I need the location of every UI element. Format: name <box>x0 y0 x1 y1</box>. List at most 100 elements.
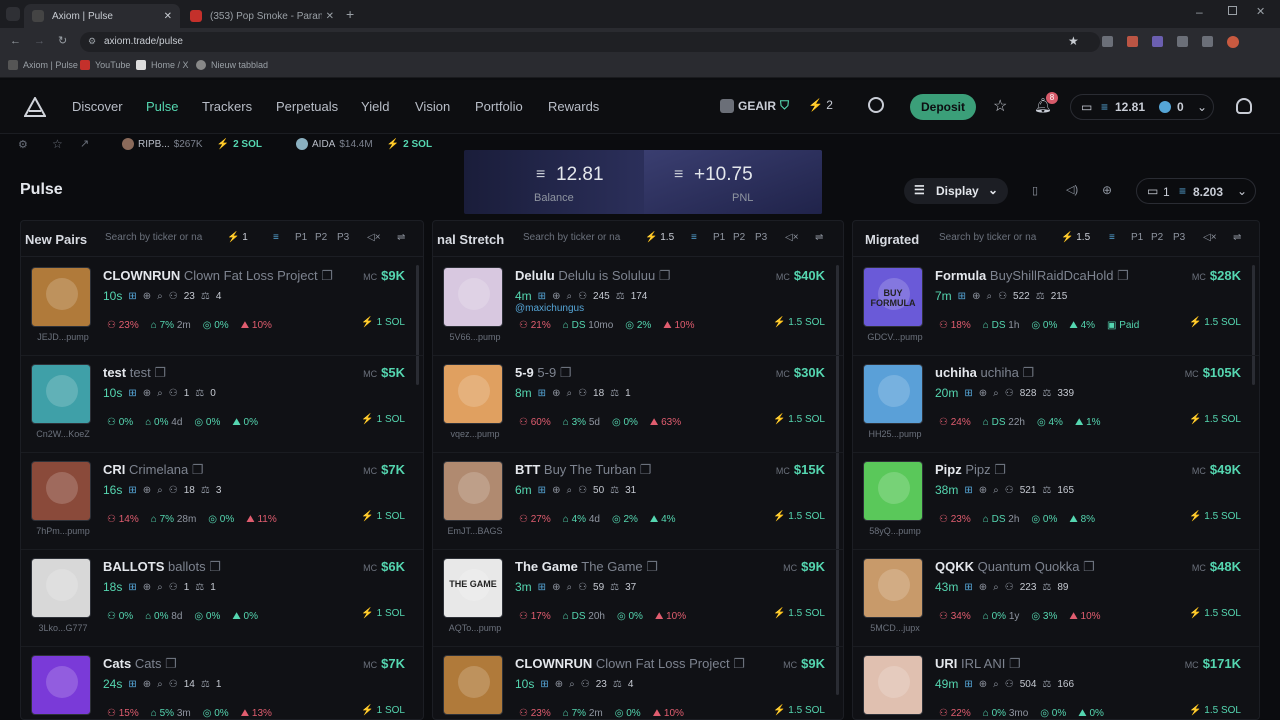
preset-p1[interactable]: P1 <box>713 232 725 243</box>
token-image[interactable] <box>863 655 923 715</box>
maximize-icon[interactable] <box>1228 6 1237 15</box>
token-image[interactable] <box>443 655 503 715</box>
column-search-input[interactable]: Search by ticker or na <box>939 232 1036 243</box>
browser-tab-axiom[interactable]: Axiom | Pulse ✕ <box>24 4 180 28</box>
token-address[interactable]: vqez...pump <box>443 429 507 439</box>
quick-buy-button[interactable]: ⚡ 1.5 SOL <box>773 608 825 619</box>
mute-icon[interactable]: ◁× <box>367 232 381 243</box>
token-card[interactable]: HH25...pump uchiha uchiha ❐ MC $105K 20m … <box>853 356 1259 453</box>
quick-buy-button[interactable]: ⚡ 1 SOL <box>361 414 405 425</box>
quick-buy-button[interactable]: ⚡ 1 SOL <box>361 317 405 328</box>
token-image[interactable] <box>863 364 923 424</box>
forward-icon[interactable]: → <box>34 35 45 47</box>
preset-p1[interactable]: P1 <box>295 232 307 243</box>
quick-buy-button[interactable]: ⚡ 1 SOL <box>361 705 405 716</box>
preset-p3[interactable]: P3 <box>337 232 349 243</box>
token-card[interactable]: vqez...pump 5-9 5-9 ❐ MC $30K 8m ⊞ ⊕ ⌕ ⚇ 18 … <box>433 356 843 453</box>
token-card[interactable]: 5V66...pump Delulu Delulu is Soluluu ❐ M… <box>433 259 843 356</box>
bookmark-star-icon[interactable]: ★ <box>1068 34 1079 48</box>
token-card[interactable]: URI IRL ANI ❐ MC $171K 49m ⊞ ⊕ ⌕ ⚇ 504 ⚖ 166 … <box>853 647 1259 719</box>
lightning-counter[interactable]: ⚡ 2 <box>808 98 833 112</box>
token-address[interactable]: 5V66...pump <box>443 332 507 342</box>
token-card[interactable]: 7hPm...pump CRI Crimelana ❐ MC $7K 16s ⊞ ⊕… <box>21 453 423 550</box>
nav-yield[interactable]: Yield <box>361 99 389 114</box>
quick-buy-amount[interactable]: ⚡ 1.5 <box>645 232 674 243</box>
token-address[interactable]: EmJT...BAGS <box>443 526 507 536</box>
token-image[interactable] <box>863 461 923 521</box>
quick-buy-button[interactable]: ⚡ 1.5 SOL <box>1189 705 1241 716</box>
token-image[interactable] <box>31 558 91 618</box>
tab-close-icon[interactable]: ✕ <box>326 11 334 22</box>
quick-buy-button[interactable]: ⚡ 1.5 SOL <box>773 414 825 425</box>
token-image[interactable] <box>863 558 923 618</box>
column-search-input[interactable]: Search by ticker or na <box>523 232 620 243</box>
back-icon[interactable]: ← <box>10 35 21 47</box>
token-card[interactable]: Cats Cats ❐ MC $7K 24s ⊞ ⊕ ⌕ ⚇ 14 ⚖ 1 ⚇ 15% ⌂… <box>21 647 423 719</box>
wallet-selector[interactable]: ▭ 1 ≡ 8.203 ⌄ <box>1136 178 1256 204</box>
nav-vision[interactable]: Vision <box>415 99 450 114</box>
bookmark-axiom[interactable]: Axiom | Pulse <box>8 60 78 70</box>
filter-icon[interactable]: ⇌ <box>1233 232 1241 243</box>
preset-p2[interactable]: P2 <box>315 232 327 243</box>
quick-buy-amount[interactable]: ⚡ 1.5 <box>1061 232 1090 243</box>
token-image[interactable] <box>443 364 503 424</box>
quick-buy-button[interactable]: ⚡ 1.5 SOL <box>1189 608 1241 619</box>
quick-buy-button[interactable]: ⚡ 1 SOL <box>361 608 405 619</box>
quick-buy-button[interactable]: ⚡ 1.5 SOL <box>773 705 825 716</box>
column-search-input[interactable]: Search by ticker or na <box>105 232 202 243</box>
crosshair-settings-icon[interactable]: ⊕ <box>1102 183 1112 197</box>
token-image[interactable] <box>31 364 91 424</box>
token-image[interactable]: BUY FORMULA <box>863 267 923 327</box>
axiom-logo-icon[interactable] <box>24 97 46 117</box>
profile-icon[interactable] <box>1236 98 1252 114</box>
quick-buy-button[interactable]: ⚡ 1 SOL <box>361 511 405 522</box>
bookmark-icon[interactable]: ▯ <box>1032 184 1038 197</box>
quick-buy-button[interactable]: ⚡ 1.5 SOL <box>1189 511 1241 522</box>
token-address[interactable]: 58yQ...pump <box>863 526 927 536</box>
token-address[interactable]: AQTo...pump <box>443 623 507 633</box>
filter-icon[interactable]: ⇌ <box>815 232 823 243</box>
gear-badge[interactable]: GEAIR ⛉ <box>720 98 789 113</box>
token-address[interactable]: JEJD...pump <box>31 332 95 342</box>
quick-buy-button[interactable]: ⚡ 1.5 SOL <box>1189 317 1241 328</box>
nav-trackers[interactable]: Trackers <box>202 99 252 114</box>
bookmark-x[interactable]: Home / X <box>136 60 189 70</box>
mute-icon[interactable]: ◁× <box>785 232 799 243</box>
quick-buy-amount[interactable]: ⚡ 1 <box>227 232 248 243</box>
nav-pulse[interactable]: Pulse <box>146 99 179 114</box>
preset-p1[interactable]: P1 <box>1131 232 1143 243</box>
wallet-balance-pill[interactable]: ▭ ≡ 12.81 0 ⌄ <box>1070 94 1214 120</box>
close-window-icon[interactable]: ✕ <box>1256 5 1265 18</box>
token-card[interactable]: 58yQ...pump Pipz Pipz ❐ MC $49K 38m ⊞ ⊕ ⌕ ⚇… <box>853 453 1259 550</box>
token-image[interactable] <box>31 655 91 715</box>
token-card[interactable]: JEJD...pump CLOWNRUN Clown Fat Loss Proj… <box>21 259 423 356</box>
bookmark-youtube[interactable]: YouTube <box>80 60 130 70</box>
twitter-handle[interactable]: @maxichungus <box>515 303 584 314</box>
token-image[interactable] <box>31 461 91 521</box>
preset-p2[interactable]: P2 <box>1151 232 1163 243</box>
token-address[interactable]: Cn2W...KoeZ <box>31 429 95 439</box>
token-card[interactable]: CLOWNRUN Clown Fat Loss Project ❐ MC $9K … <box>433 647 843 719</box>
browser-tab-youtube[interactable]: (353) Pop Smoke - Paranoia (Au ✕ <box>182 4 342 28</box>
token-card[interactable]: 5MCD...jupx QQKK Quantum Quokka ❐ MC $48K… <box>853 550 1259 647</box>
token-address[interactable]: HH25...pump <box>863 429 927 439</box>
token-image[interactable] <box>31 267 91 327</box>
quick-buy-button[interactable]: ⚡ 1.5 SOL <box>773 317 825 328</box>
search-icon[interactable] <box>868 97 884 113</box>
site-info-icon[interactable]: ⚙ <box>88 36 96 47</box>
tab-list-chevron-icon[interactable] <box>6 7 20 21</box>
sound-icon[interactable]: ◁) <box>1066 183 1078 196</box>
nav-perpetuals[interactable]: Perpetuals <box>276 99 338 114</box>
token-address[interactable]: 5MCD...jupx <box>863 623 927 633</box>
watchlist-star-icon[interactable]: ☆ <box>993 96 1007 116</box>
preset-p3[interactable]: P3 <box>1173 232 1185 243</box>
mute-icon[interactable]: ◁× <box>1203 232 1217 243</box>
nav-discover[interactable]: Discover <box>72 99 123 114</box>
bookmark-new-tab[interactable]: Nieuw tabblad <box>196 60 268 70</box>
reload-icon[interactable]: ↻ <box>58 34 67 47</box>
extension-icons[interactable] <box>1102 36 1252 48</box>
preset-p3[interactable]: P3 <box>755 232 767 243</box>
nav-portfolio[interactable]: Portfolio <box>475 99 523 114</box>
token-card[interactable]: 3Lko...G777 BALLOTS ballots ❐ MC $6K 18s … <box>21 550 423 647</box>
token-image[interactable] <box>443 267 503 327</box>
